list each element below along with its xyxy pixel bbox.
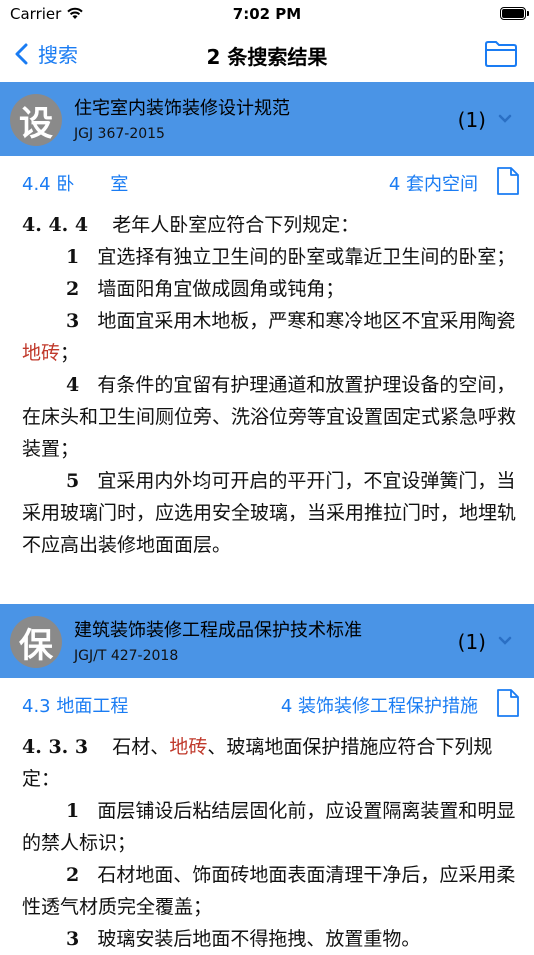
search-highlight: 地砖 [169,736,208,758]
match-count: (1) [457,630,486,654]
clause-item: 3 玻璃安装后地面不得拖拽、放置重物。 [66,928,421,950]
clause-item: 2 墙面阳角宜做成圆角或钝角； [66,278,345,300]
clause-heading: 4. 4. 4 老年人卧室应符合下列规定： [22,209,517,241]
clause-heading: 4. 3. 3 石材、地砖、玻璃地面保护措施应符合下列规定： [22,736,493,790]
standard-title: 住宅室内装饰装修设计规范 [74,98,290,119]
result-crumb-row-2: 4.3 地面工程 4 装饰装修工程保护措施 [0,680,534,726]
clause-text: 老年人卧室应符合下列规定： [112,214,360,236]
search-highlight: 地砖 [22,342,61,364]
battery-icon [500,7,529,20]
standard-code: JGJ 367-2015 [74,126,165,142]
result-header-2[interactable]: 保 建筑装饰装修工程成品保护技术标准 JGJ/T 427-2018 (1) [0,604,534,678]
folder-icon[interactable] [484,40,518,68]
clause-item: 1 面层铺设后粘结层固化前，应设置隔离装置和明显的禁人标识； [22,800,516,854]
clause-item: 5 宜采用内外均可开启的平开门，不宜设弹簧门，当采用玻璃门时，应选用安全玻璃，当… [22,470,517,556]
clause-body-1: 4. 4. 4 老年人卧室应符合下列规定： 1 宜选择有独立卫生间的卧室或靠近卫… [22,209,517,561]
document-icon[interactable] [496,166,520,196]
clock: 7:02 PM [232,5,302,23]
section-link[interactable]: 4.3 地面工程 [22,692,128,718]
navigation-bar: 搜索 2 条搜索结果 [0,28,534,82]
clause-body-2: 4. 3. 3 石材、地砖、玻璃地面保护措施应符合下列规定： 1 面层铺设后粘结… [22,731,517,955]
avatar: 保 [10,616,62,668]
clause-item: 3 地面宜采用木地板，严寒和寒冷地区不宜采用陶瓷地砖； [22,310,516,364]
chevron-down-icon[interactable] [498,636,512,646]
status-bar: Carrier 7:02 PM [0,0,534,28]
clause-item: 4 有条件的宜留有护理通道和放置护理设备的空间，在床头和卫生间厕位旁、洗浴位旁等… [22,374,517,460]
standard-code: JGJ/T 427-2018 [74,648,179,664]
page-title: 2 条搜索结果 [206,45,328,69]
result-crumb-row-1: 4.4 卧 室 4 套内空间 [0,158,534,204]
result-header-1[interactable]: 设 住宅室内装饰装修设计规范 JGJ 367-2015 (1) [0,82,534,156]
clause-item: 1 宜选择有独立卫生间的卧室或靠近卫生间的卧室； [66,246,516,268]
clause-number: 4. 3. 3 [22,736,89,758]
section-link[interactable]: 4.4 卧 室 [22,170,128,196]
standard-title: 建筑装饰装修工程成品保护技术标准 [74,620,362,641]
chapter-link[interactable]: 4 套内空间 [389,170,478,196]
document-icon[interactable] [496,688,520,718]
chevron-down-icon[interactable] [498,114,512,124]
avatar: 设 [10,94,62,146]
clause-item: 2 石材地面、饰面砖地面表面清理干净后，应采用柔性透气材质完全覆盖； [22,864,516,918]
clause-number: 4. 4. 4 [22,214,89,236]
chapter-link[interactable]: 4 装饰装修工程保护措施 [281,692,478,718]
match-count: (1) [457,108,486,132]
